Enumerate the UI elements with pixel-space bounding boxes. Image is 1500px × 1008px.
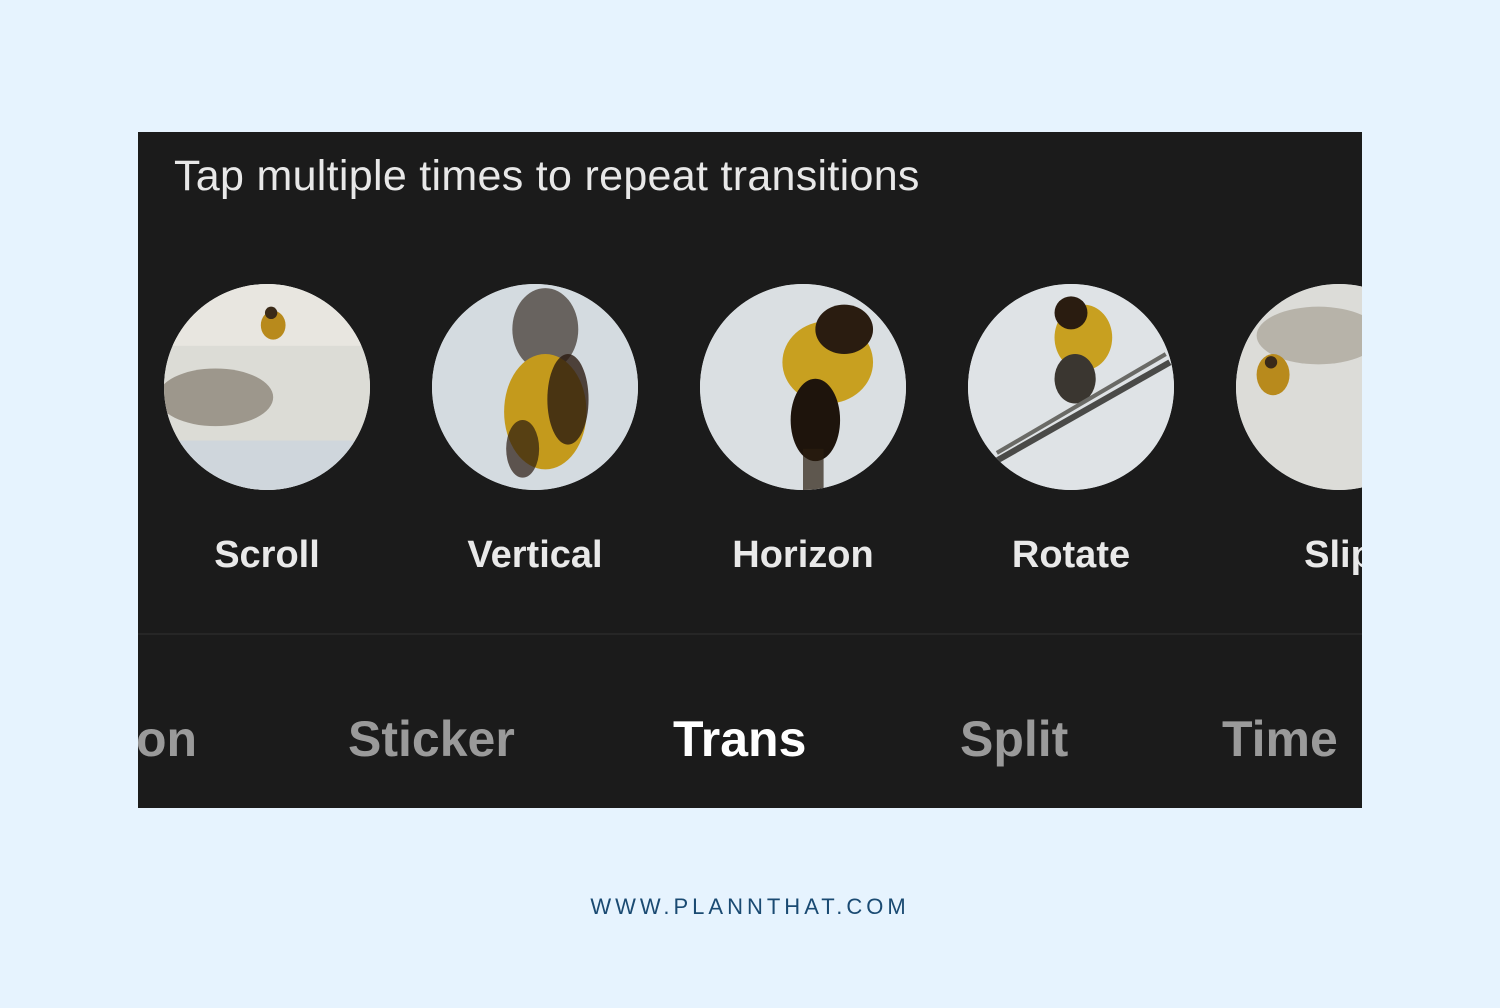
tab-split[interactable]: Split [960,710,1068,768]
transition-thumbnail[interactable] [700,284,906,490]
divider [138,633,1362,635]
transition-horizon[interactable]: Horizon [700,284,906,577]
transitions-panel: Tap multiple times to repeat transitions… [138,132,1362,808]
transition-label: Horizon [732,534,874,576]
transition-label: Slip [1304,534,1362,576]
tab-partial[interactable]: on [138,710,197,768]
tab-sticker[interactable]: Sticker [348,710,515,768]
transition-vertical[interactable]: Vertical [432,284,638,577]
transition-label: Scroll [214,534,320,576]
transition-rotate[interactable]: Rotate [968,284,1174,577]
transition-thumbnail[interactable] [968,284,1174,490]
tab-trans[interactable]: Trans [673,710,806,768]
transition-thumbnail[interactable] [1236,284,1362,490]
footer-url: WWW.PLANNTHAT.COM [590,894,910,919]
transition-label: Rotate [1011,534,1131,576]
transition-label: Vertical [467,534,603,576]
transition-thumbnail[interactable] [432,284,638,490]
transition-scroll[interactable]: Scroll [164,284,370,577]
tab-time[interactable]: Time [1222,710,1338,768]
hint-text: Tap multiple times to repeat transitions [174,152,920,200]
transition-slip[interactable]: Slip [1236,284,1362,577]
transition-thumbnail[interactable] [164,284,370,490]
